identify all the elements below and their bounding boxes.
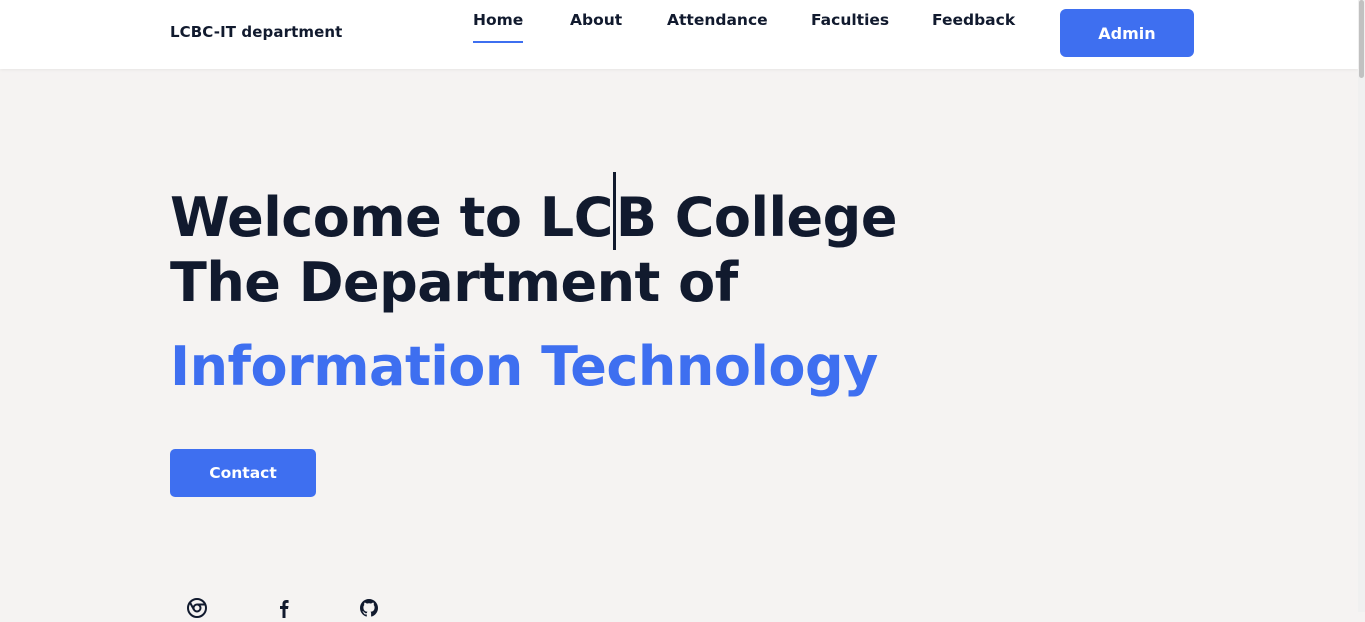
- nav-faculties[interactable]: Faculties: [811, 11, 889, 29]
- brand-name[interactable]: LCBC-IT department: [170, 23, 342, 41]
- page-scrollbar[interactable]: [1358, 0, 1365, 612]
- hero-heading-line1: Welcome to LCB College: [170, 172, 897, 250]
- contact-button[interactable]: Contact: [170, 449, 316, 497]
- nav-home[interactable]: Home: [473, 11, 524, 43]
- site-header: LCBC-IT department Home About Attendance…: [0, 0, 1358, 69]
- nav-attendance[interactable]: Attendance: [667, 11, 768, 29]
- hero-line1-start: Welcome to LC: [170, 186, 613, 249]
- facebook-icon[interactable]: [274, 598, 294, 618]
- github-icon[interactable]: [359, 598, 379, 618]
- scrollbar-thumb[interactable]: [1359, 0, 1364, 78]
- chrome-icon[interactable]: [187, 598, 207, 618]
- nav-about[interactable]: About: [570, 11, 622, 29]
- nav-feedback[interactable]: Feedback: [932, 11, 1015, 29]
- hero-heading-line3: Information Technology: [170, 335, 878, 398]
- hero-heading-line2: The Department of: [170, 251, 738, 314]
- admin-button[interactable]: Admin: [1060, 9, 1194, 57]
- hero-line1-end: B College: [615, 186, 898, 249]
